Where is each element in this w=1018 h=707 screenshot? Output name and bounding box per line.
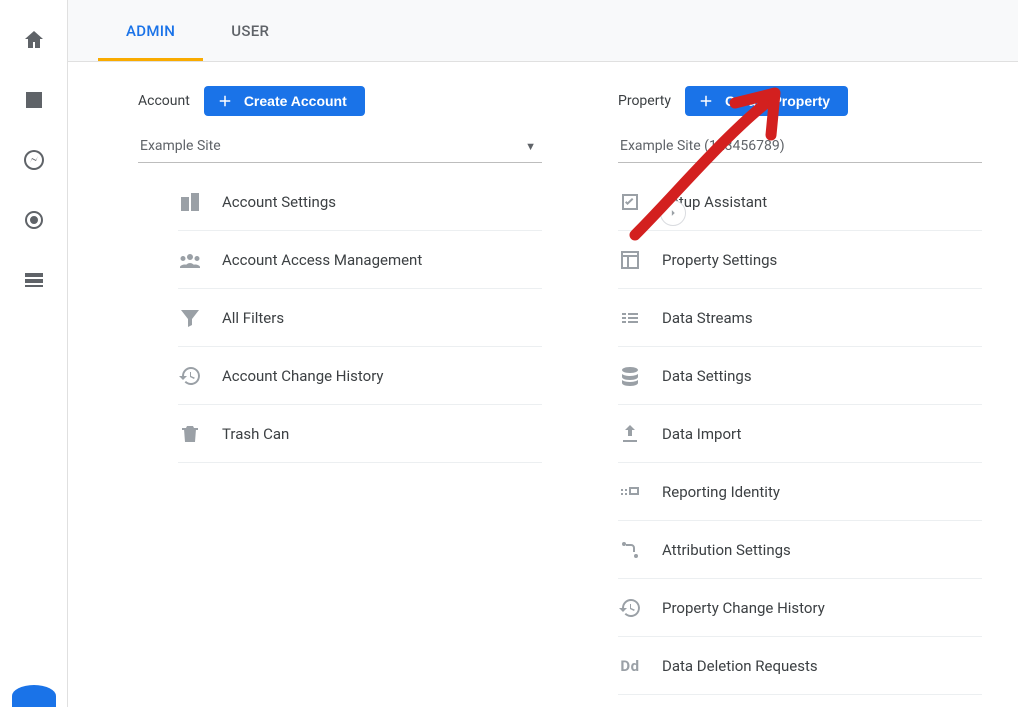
data-streams-item[interactable]: Data Streams <box>618 289 982 347</box>
item-label: Data Settings <box>662 367 752 385</box>
create-account-label: Create Account <box>244 93 347 109</box>
all-filters-item[interactable]: All Filters <box>178 289 542 347</box>
configure-icon[interactable] <box>22 268 46 292</box>
item-label: Trash Can <box>222 425 289 443</box>
history-icon <box>618 596 642 620</box>
dd-icon: Dd <box>618 657 642 675</box>
data-import-item[interactable]: Data Import <box>618 405 982 463</box>
trash-can-item[interactable]: Trash Can <box>178 405 542 463</box>
create-property-button[interactable]: Create Property <box>685 86 848 116</box>
people-icon <box>178 248 202 272</box>
attribution-settings-item[interactable]: Attribution Settings <box>618 521 982 579</box>
item-label: Reporting Identity <box>662 483 780 501</box>
item-label: Account Change History <box>222 367 384 385</box>
account-column-header: Account Create Account <box>138 86 542 116</box>
account-history-item[interactable]: Account Change History <box>178 347 542 405</box>
account-access-item[interactable]: Account Access Management <box>178 231 542 289</box>
property-selector[interactable]: Example Site (123456789) <box>618 134 982 163</box>
admin-tab-bar: ADMIN USER <box>68 0 1018 62</box>
tab-user[interactable]: USER <box>203 0 297 61</box>
account-selected-value: Example Site <box>140 138 221 154</box>
filter-icon <box>178 306 202 330</box>
item-label: Property Change History <box>662 599 825 617</box>
history-icon <box>178 364 202 388</box>
plus-icon <box>216 92 234 110</box>
identity-icon <box>618 480 642 504</box>
left-nav-rail <box>0 0 68 707</box>
layout-icon <box>618 248 642 272</box>
trash-icon <box>178 422 202 446</box>
property-history-item[interactable]: Property Change History <box>618 579 982 637</box>
item-label: Attribution Settings <box>662 541 791 559</box>
account-bubble[interactable] <box>12 685 56 707</box>
account-column: Account Create Account Example Site ▼ Ac… <box>68 86 578 707</box>
property-selected-value: Example Site (123456789) <box>620 138 785 154</box>
streams-icon <box>618 306 642 330</box>
admin-main: Account Create Account Example Site ▼ Ac… <box>68 62 1018 707</box>
account-settings-item[interactable]: Account Settings <box>178 173 542 231</box>
item-label: Data Deletion Requests <box>662 657 818 675</box>
upload-icon <box>618 422 642 446</box>
tab-admin[interactable]: ADMIN <box>98 0 203 61</box>
data-settings-item[interactable]: Data Settings <box>618 347 982 405</box>
reporting-identity-item[interactable]: Reporting Identity <box>618 463 982 521</box>
building-icon <box>178 190 202 214</box>
home-icon[interactable] <box>22 28 46 52</box>
plus-icon <box>697 92 715 110</box>
arrow-right-icon <box>666 206 680 220</box>
data-deletion-item[interactable]: Dd Data Deletion Requests <box>618 637 982 695</box>
item-label: Data Import <box>662 425 741 443</box>
item-label: Data Streams <box>662 309 753 327</box>
explore-icon[interactable] <box>22 148 46 172</box>
check-square-icon <box>618 190 642 214</box>
account-label: Account <box>138 93 190 109</box>
create-account-button[interactable]: Create Account <box>204 86 365 116</box>
advertising-icon[interactable] <box>22 208 46 232</box>
item-label: Account Access Management <box>222 251 422 269</box>
item-label: Account Settings <box>222 193 336 211</box>
database-icon <box>618 364 642 388</box>
account-selector[interactable]: Example Site ▼ <box>138 134 542 163</box>
reports-icon[interactable] <box>22 88 46 112</box>
route-icon <box>618 538 642 562</box>
property-column: Property Create Property Example Site (1… <box>578 86 1018 707</box>
create-property-label: Create Property <box>725 93 830 109</box>
expand-column-button[interactable] <box>660 200 686 226</box>
property-settings-item[interactable]: Property Settings <box>618 231 982 289</box>
item-label: Property Settings <box>662 251 777 269</box>
property-column-header: Property Create Property <box>618 86 982 116</box>
item-label: All Filters <box>222 309 284 327</box>
property-label: Property <box>618 93 671 109</box>
caret-down-icon: ▼ <box>525 140 536 153</box>
